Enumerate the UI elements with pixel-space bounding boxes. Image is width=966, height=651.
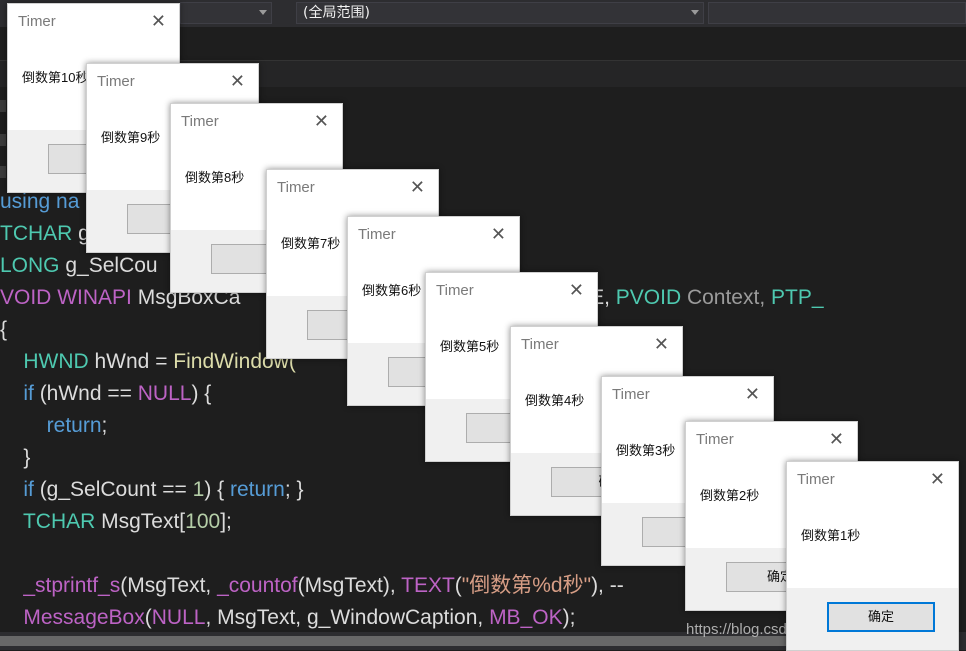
dialog-message: 倒数第2秒 xyxy=(700,488,760,503)
code-line[interactable]: } xyxy=(0,442,30,474)
code-token: if xyxy=(0,382,40,405)
code-line[interactable]: TCHAR g xyxy=(0,218,90,250)
dialog-title: Timer xyxy=(181,113,219,130)
code-token: MB_OK xyxy=(489,606,563,629)
code-token: TCHAR xyxy=(0,222,79,245)
code-token: 1 xyxy=(192,478,205,501)
dialog-title: Timer xyxy=(696,431,734,448)
code-token: VOID xyxy=(0,286,58,309)
chevron-down-icon xyxy=(691,10,699,15)
code-token: MsgText[ xyxy=(101,510,186,533)
dialog-button-bar: 确定 xyxy=(787,588,958,650)
dialog-message: 倒数第3秒 xyxy=(616,443,676,458)
close-icon[interactable]: ✕ xyxy=(151,12,166,30)
dialog-message: 倒数第8秒 xyxy=(185,170,245,185)
code-token: TEXT xyxy=(401,574,455,597)
dialog-message: 倒数第10秒 xyxy=(22,70,89,85)
code-token: hWnd = xyxy=(94,350,174,373)
code-token: "倒数第%d秒" xyxy=(461,574,592,597)
code-token: PVOID xyxy=(615,286,687,309)
code-token: if xyxy=(0,478,40,501)
scope-combo-value: (全局范围) xyxy=(303,5,370,21)
gutter-marker xyxy=(0,166,6,178)
code-token: ( xyxy=(144,606,152,629)
code-token: ; } xyxy=(284,478,304,501)
dialog-message: 倒数第5秒 xyxy=(440,339,500,354)
code-line[interactable]: { xyxy=(0,314,7,346)
dialog-message: 倒数第9秒 xyxy=(101,130,161,145)
code-token: HWND xyxy=(0,350,95,373)
member-combo[interactable] xyxy=(708,2,966,24)
code-token: } xyxy=(0,446,31,469)
code-token: NULL xyxy=(137,382,192,405)
code-line[interactable]: if (g_SelCount == 1) { return; } xyxy=(0,474,304,506)
code-token: ]; xyxy=(220,510,232,533)
code-token: _stprintf_s xyxy=(0,574,121,597)
code-token: ) { xyxy=(191,382,212,405)
code-token: using na xyxy=(0,190,80,213)
gutter-marker xyxy=(0,100,6,112)
dialog-message: 倒数第7秒 xyxy=(281,236,341,251)
dialog-title: Timer xyxy=(18,13,56,30)
code-token: (hWnd == xyxy=(39,382,138,405)
close-icon[interactable]: ✕ xyxy=(491,225,506,243)
dialog-title: Timer xyxy=(797,471,835,488)
code-token: WINAPI xyxy=(57,286,138,309)
code-token: ( xyxy=(454,574,462,597)
code-token: MessageBox xyxy=(0,606,145,629)
dialog-message: 倒数第4秒 xyxy=(525,393,585,408)
dialog-title: Timer xyxy=(436,282,474,299)
code-token: return xyxy=(0,414,102,437)
dialog-title: Timer xyxy=(521,336,559,353)
code-line[interactable]: if (hWnd == NULL) { xyxy=(0,378,211,410)
scope-combo[interactable]: (全局范围) xyxy=(296,2,704,24)
message-box-dialog[interactable]: Timer ✕ 倒数第1秒确定 xyxy=(786,461,959,651)
close-icon[interactable]: ✕ xyxy=(569,281,584,299)
dialog-message: 倒数第1秒 xyxy=(801,528,861,543)
code-token: (g_SelCount == xyxy=(39,478,193,501)
code-line[interactable]: _stprintf_s(MsgText, _countof(MsgText), … xyxy=(0,570,624,602)
close-icon[interactable]: ✕ xyxy=(654,335,669,353)
code-token: ), -- xyxy=(591,574,624,597)
chevron-down-icon xyxy=(259,10,267,15)
project-combo[interactable] xyxy=(180,2,272,24)
code-line[interactable]: TCHAR MsgText[100]; xyxy=(0,506,232,538)
scrollbar-thumb[interactable] xyxy=(0,636,790,646)
code-token: ) { xyxy=(204,478,230,501)
code-token: ); xyxy=(562,606,576,629)
code-token: (MsgText), xyxy=(297,574,402,597)
close-icon[interactable]: ✕ xyxy=(314,112,329,130)
code-token: Context, xyxy=(686,286,771,309)
close-icon[interactable]: ✕ xyxy=(745,385,760,403)
dialog-message: 倒数第6秒 xyxy=(362,283,422,298)
code-token: PTP_ xyxy=(771,286,824,309)
code-token: g_SelCou xyxy=(65,254,158,277)
gutter-marker xyxy=(0,134,6,146)
code-token: , MsgText, g_WindowCaption, xyxy=(205,606,490,629)
dialog-title: Timer xyxy=(97,73,135,90)
close-icon[interactable]: ✕ xyxy=(230,72,245,90)
dialog-title: Timer xyxy=(612,386,650,403)
code-line[interactable]: return; xyxy=(0,410,108,442)
dialog-title: Timer xyxy=(277,179,315,196)
code-token: _countof xyxy=(217,574,298,597)
code-line[interactable]: MessageBox(NULL, MsgText, g_WindowCaptio… xyxy=(0,602,575,634)
close-icon[interactable]: ✕ xyxy=(410,178,425,196)
code-line[interactable]: LONG g_SelCou xyxy=(0,250,158,282)
ok-button[interactable]: 确定 xyxy=(827,602,935,632)
close-icon[interactable]: ✕ xyxy=(829,430,844,448)
code-line[interactable]: HWND hWnd = FindWindow( xyxy=(0,346,296,378)
dialog-title: Timer xyxy=(358,226,396,243)
code-token: (MsgText, xyxy=(120,574,218,597)
code-token: 100 xyxy=(185,510,221,533)
code-token: ; xyxy=(101,414,108,437)
close-icon[interactable]: ✕ xyxy=(930,470,945,488)
code-token: TCHAR xyxy=(0,510,102,533)
code-token: NULL xyxy=(151,606,206,629)
code-token: { xyxy=(0,318,8,341)
code-token: return xyxy=(230,478,285,501)
code-token: LONG xyxy=(0,254,66,277)
